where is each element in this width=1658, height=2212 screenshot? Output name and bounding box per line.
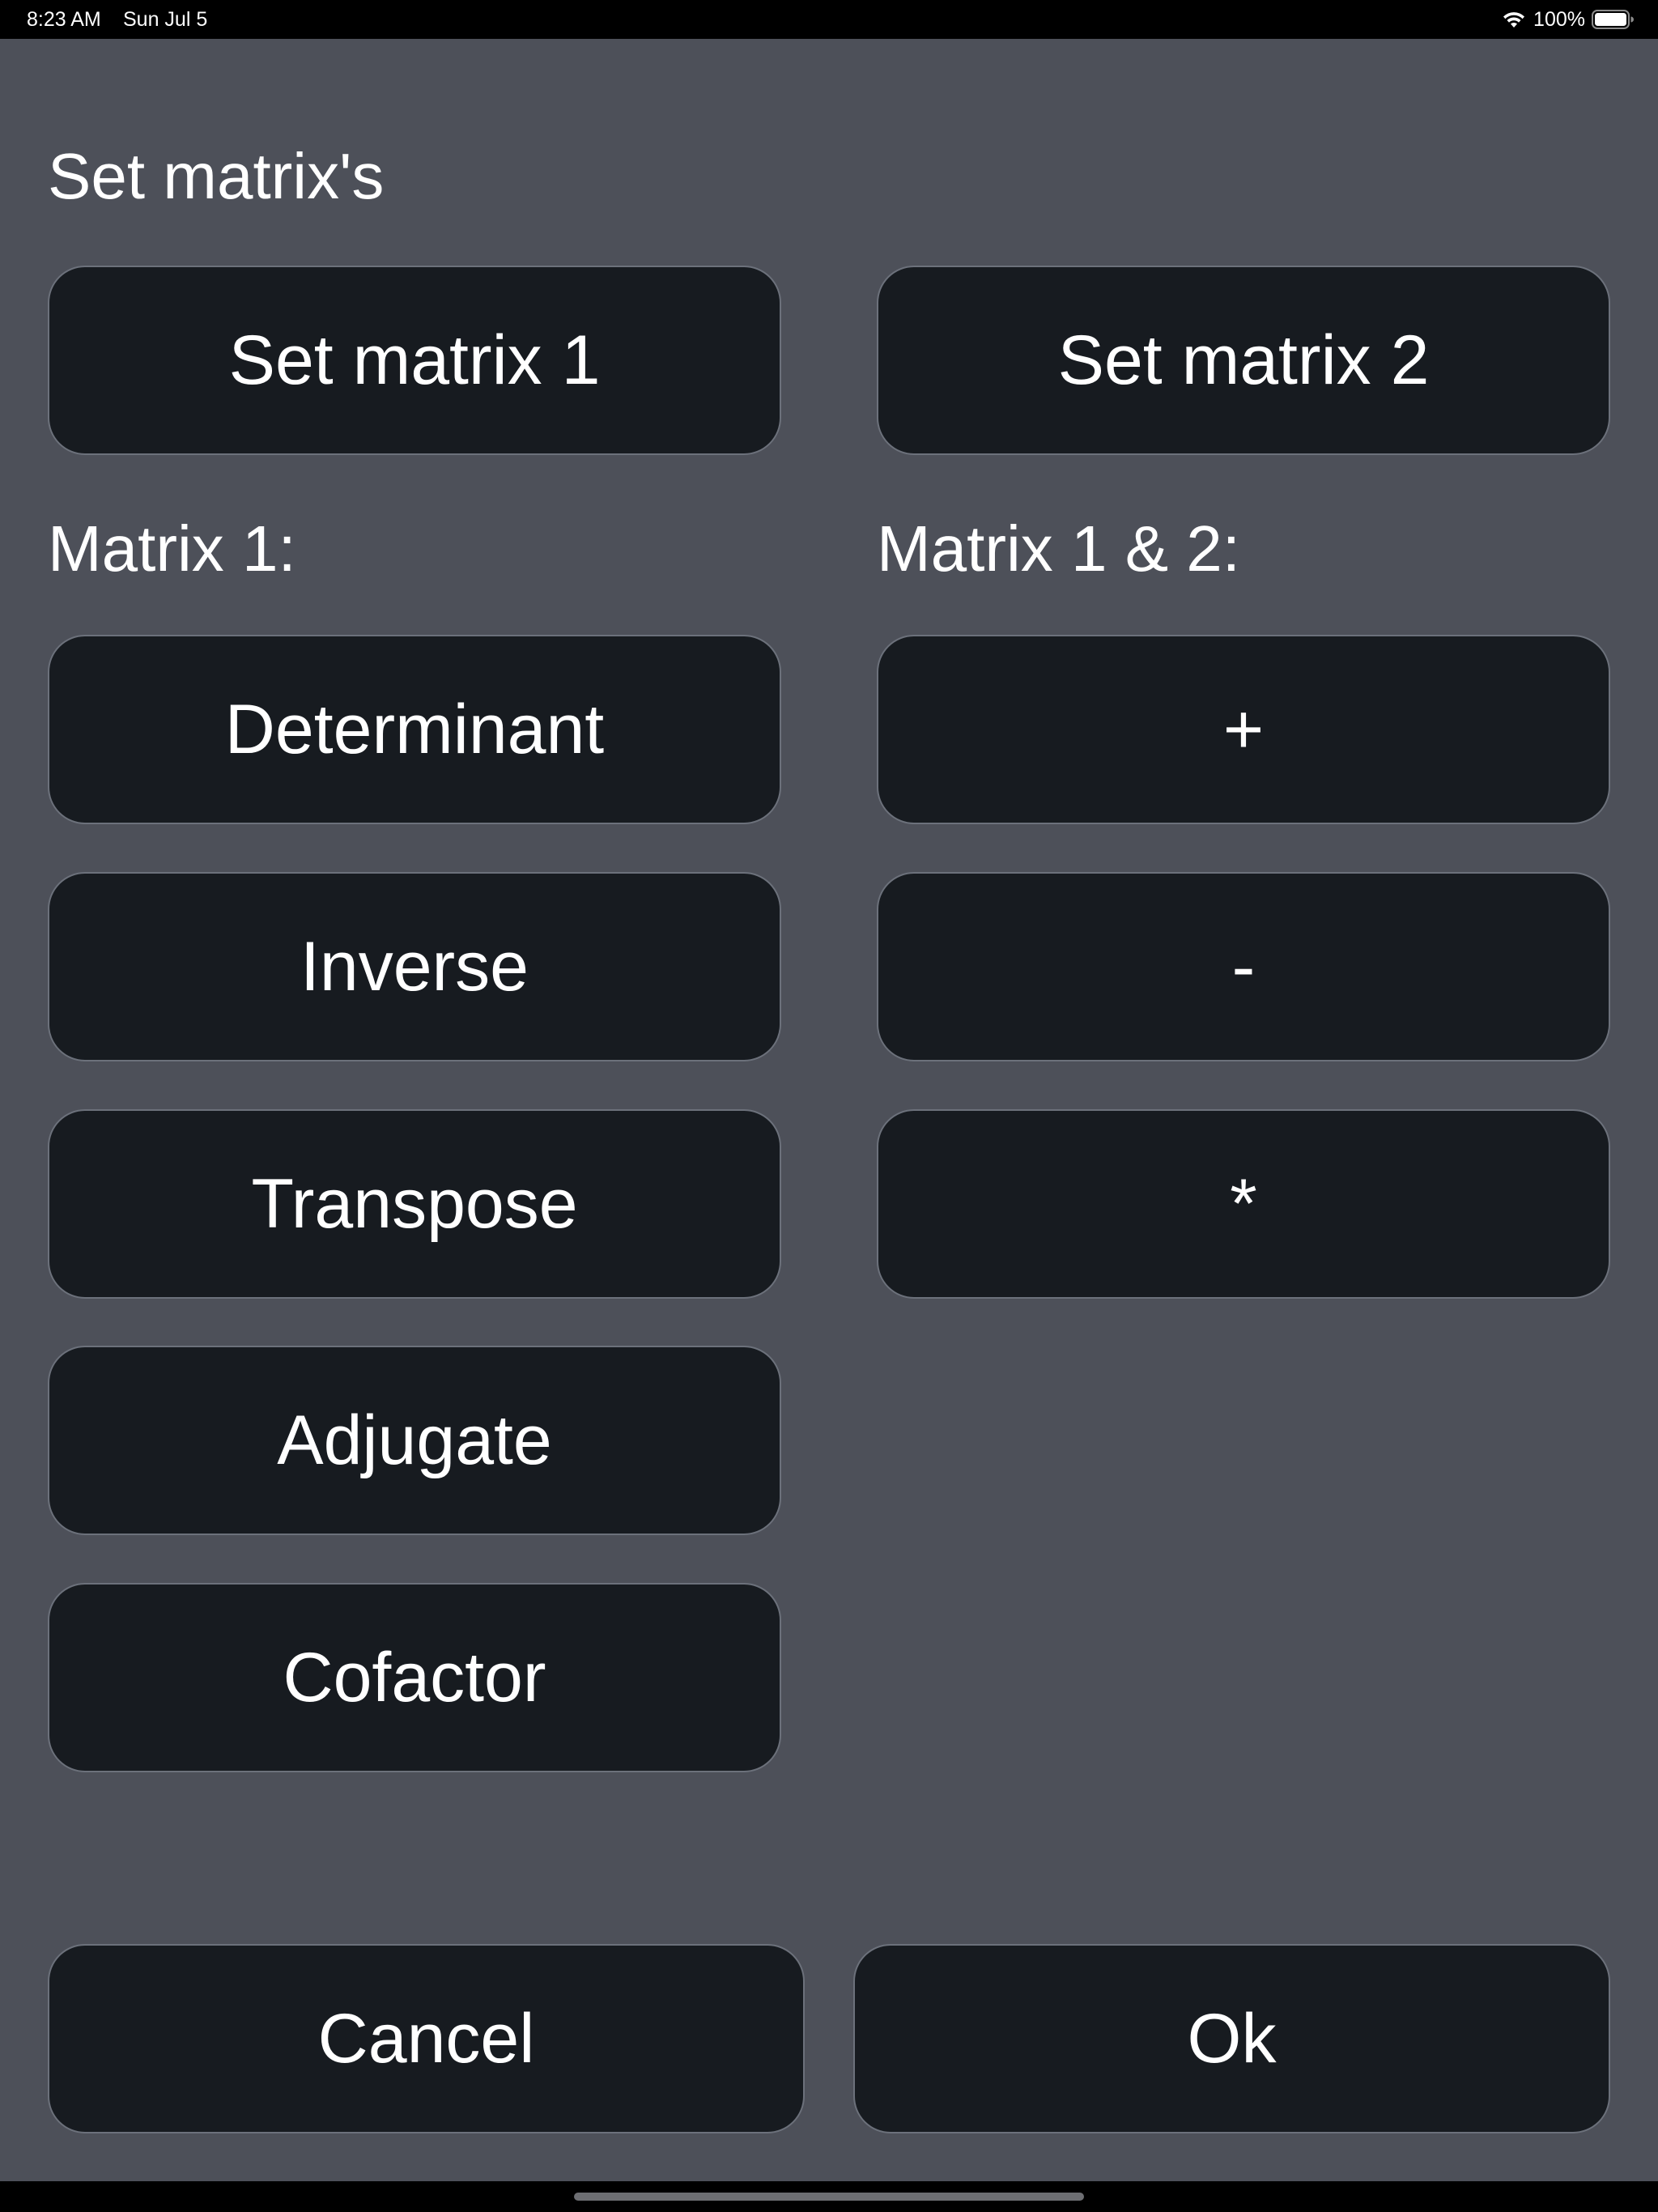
add-button[interactable]: + <box>877 635 1610 824</box>
transpose-button[interactable]: Transpose <box>48 1109 781 1299</box>
set-matrices-title: Set matrix's <box>48 140 385 212</box>
set-matrix-1-button[interactable]: Set matrix 1 <box>48 266 781 455</box>
matrix-1-and-2-label: Matrix 1 & 2: <box>877 513 1241 585</box>
home-indicator-area <box>0 2181 1658 2212</box>
set-matrix-2-button[interactable]: Set matrix 2 <box>877 266 1610 455</box>
inverse-button[interactable]: Inverse <box>48 872 781 1061</box>
adjugate-button[interactable]: Adjugate <box>48 1346 781 1535</box>
subtract-button[interactable]: - <box>877 872 1610 1061</box>
status-date: Sun Jul 5 <box>123 8 208 31</box>
home-indicator[interactable] <box>574 2193 1084 2201</box>
status-indicators: 100% <box>1501 6 1634 32</box>
status-time: 8:23 AM <box>27 8 101 31</box>
determinant-button[interactable]: Determinant <box>48 635 781 824</box>
cofactor-button[interactable]: Cofactor <box>48 1583 781 1772</box>
multiply-button[interactable]: * <box>877 1109 1610 1299</box>
cancel-button[interactable]: Cancel <box>48 1944 805 2133</box>
ok-button[interactable]: Ok <box>853 1944 1610 2133</box>
battery-icon <box>1592 10 1634 29</box>
status-bar: 8:23 AM Sun Jul 5 100% <box>0 0 1658 39</box>
matrix-1-label: Matrix 1: <box>48 513 296 585</box>
battery-percentage: 100% <box>1533 8 1585 31</box>
matrix-dialog: Set matrix's Set matrix 1 Set matrix 2 M… <box>0 39 1658 2181</box>
wifi-icon <box>1503 12 1525 28</box>
